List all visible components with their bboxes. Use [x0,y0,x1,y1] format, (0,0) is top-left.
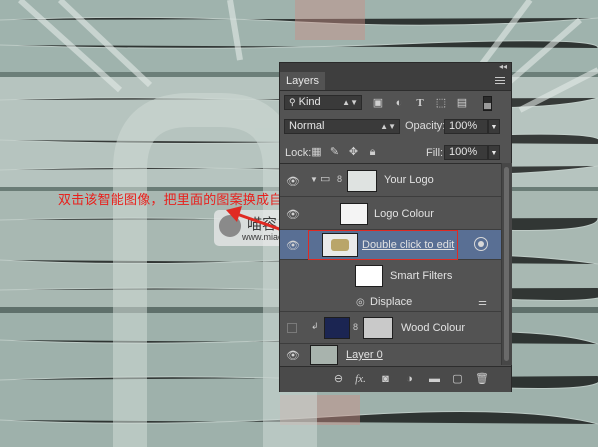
layer-name[interactable]: Wood Colour [401,322,465,334]
lock-all-icon[interactable]: 🔒︎ [367,147,378,158]
lock-pixels-icon[interactable]: ▦ [311,147,322,158]
panel-menu-icon[interactable] [495,77,505,85]
eye-icon[interactable]: 👁︎ [286,349,300,362]
fill-dropdown[interactable]: ▼ [488,145,500,160]
layer-name[interactable]: Logo Colour [374,208,434,220]
fill-field[interactable]: 100% [444,145,488,160]
eye-icon[interactable]: 👁︎ [286,208,300,221]
smart-object-icon[interactable]: ▤ [456,97,468,109]
color-fill-thumbnail [324,317,350,339]
layer-thumbnail [310,345,338,365]
panel-footer: ⊖ fx. ◙ ◑ ▬ ▢ 🗑︎ [280,366,511,392]
visibility-box[interactable] [287,323,297,333]
fx-icon[interactable]: fx. [354,373,367,385]
link-icon[interactable]: ⊖ [332,373,345,385]
smart-filter-icon[interactable] [474,237,488,251]
clip-arrow-icon: ↲ [311,321,319,331]
filter-row: ⚲ Kind ▲▼ ▣ ◐ T ⬚ ▤ [280,94,511,112]
lock-paint-icon[interactable]: ✎ [329,147,340,158]
opacity-field[interactable]: 100% [444,119,488,134]
opacity-value: 100% [449,120,478,132]
chevron-down-icon: ▲▼ [380,122,396,131]
collapse-icon[interactable]: ◂◂ [499,62,507,71]
link-icon: 8 [353,322,359,332]
chevron-down-icon: ▼ [490,124,498,131]
layer-logo-colour[interactable]: 👁︎ Logo Colour [280,197,501,230]
layer-thumbnail [347,170,377,192]
blend-mode-select[interactable]: Normal ▲▼ [284,119,400,134]
filter-options-icon[interactable]: ⚌ [478,297,487,308]
text-icon[interactable]: T [414,97,426,109]
layer-name[interactable]: Smart Filters [390,270,452,282]
layer-name[interactable]: Displace [370,296,412,308]
layer-displace-filter[interactable]: ◎ Displace ⚌ [280,294,501,312]
layer-your-logo[interactable]: 👁︎ ▼ ▭ 8 Your Logo [280,164,501,197]
eye-icon[interactable]: 👁︎ [286,239,300,252]
layer-smart-filters[interactable]: Smart Filters [280,260,501,294]
layer-0[interactable]: 👁︎ Layer 0 [280,344,501,366]
new-layer-icon[interactable]: ▢ [451,373,464,385]
layers-list: 👁︎ ▼ ▭ 8 Your Logo 👁︎ Logo Colour 👁︎ Dou… [280,163,501,366]
image-icon[interactable]: ▣ [372,97,384,109]
mask-thumbnail [363,317,393,339]
panel-tabbar: Layers [280,72,511,91]
filter-mask-thumbnail [355,265,383,287]
mask-icon[interactable]: ◙ [379,373,392,385]
filter-toggle[interactable] [483,96,492,111]
fill-value: 100% [449,146,478,158]
panel-top-strip: ◂◂ [280,62,511,72]
shape-icon[interactable]: ⬚ [435,97,447,109]
blend-row: Normal ▲▼ Opacity: 100% ▼ [280,118,511,136]
eye-icon[interactable]: ◎ [356,297,365,308]
highlight-box [308,230,458,260]
search-icon: ⚲ [289,97,296,107]
fill-label: Fill: [426,147,444,159]
chevron-down-icon: ▲▼ [342,98,358,107]
tab-layers[interactable]: Layers [280,72,326,90]
filter-kind-label: Kind [298,96,321,108]
folder-icon[interactable]: ▬ [428,373,441,385]
blend-mode-label: Normal [289,120,325,132]
expand-triangle-icon[interactable]: ▼ [310,175,318,184]
lock-position-icon[interactable]: ✥ [348,147,359,158]
layers-panel: ◂◂ Layers ⚲ Kind ▲▼ ▣ ◐ T ⬚ ▤ Normal ▲▼ … [279,62,512,392]
layer-thumbnail [340,203,368,225]
filter-kind-select[interactable]: ⚲ Kind ▲▼ [284,95,362,110]
eye-icon[interactable]: 👁︎ [286,175,300,188]
layer-name[interactable]: Layer 0 [346,349,383,361]
opacity-dropdown[interactable]: ▼ [488,119,500,134]
link-icon: 8 [337,174,343,184]
layer-wood-colour[interactable]: ↲ 8 Wood Colour [280,312,501,344]
layer-name[interactable]: Your Logo [384,174,434,186]
scrollbar-thumb[interactable] [504,167,509,361]
layers-scrollbar[interactable] [501,163,512,365]
adjustment-layer-icon[interactable]: ◑ [403,373,416,385]
adjustment-icon[interactable]: ◐ [393,97,405,109]
lock-label: Lock: [285,147,312,159]
chevron-down-icon: ▼ [490,150,498,157]
opacity-label: Opacity: [405,120,446,132]
trash-icon[interactable]: 🗑︎ [475,373,489,385]
folder-icon: ▭ [320,173,331,185]
